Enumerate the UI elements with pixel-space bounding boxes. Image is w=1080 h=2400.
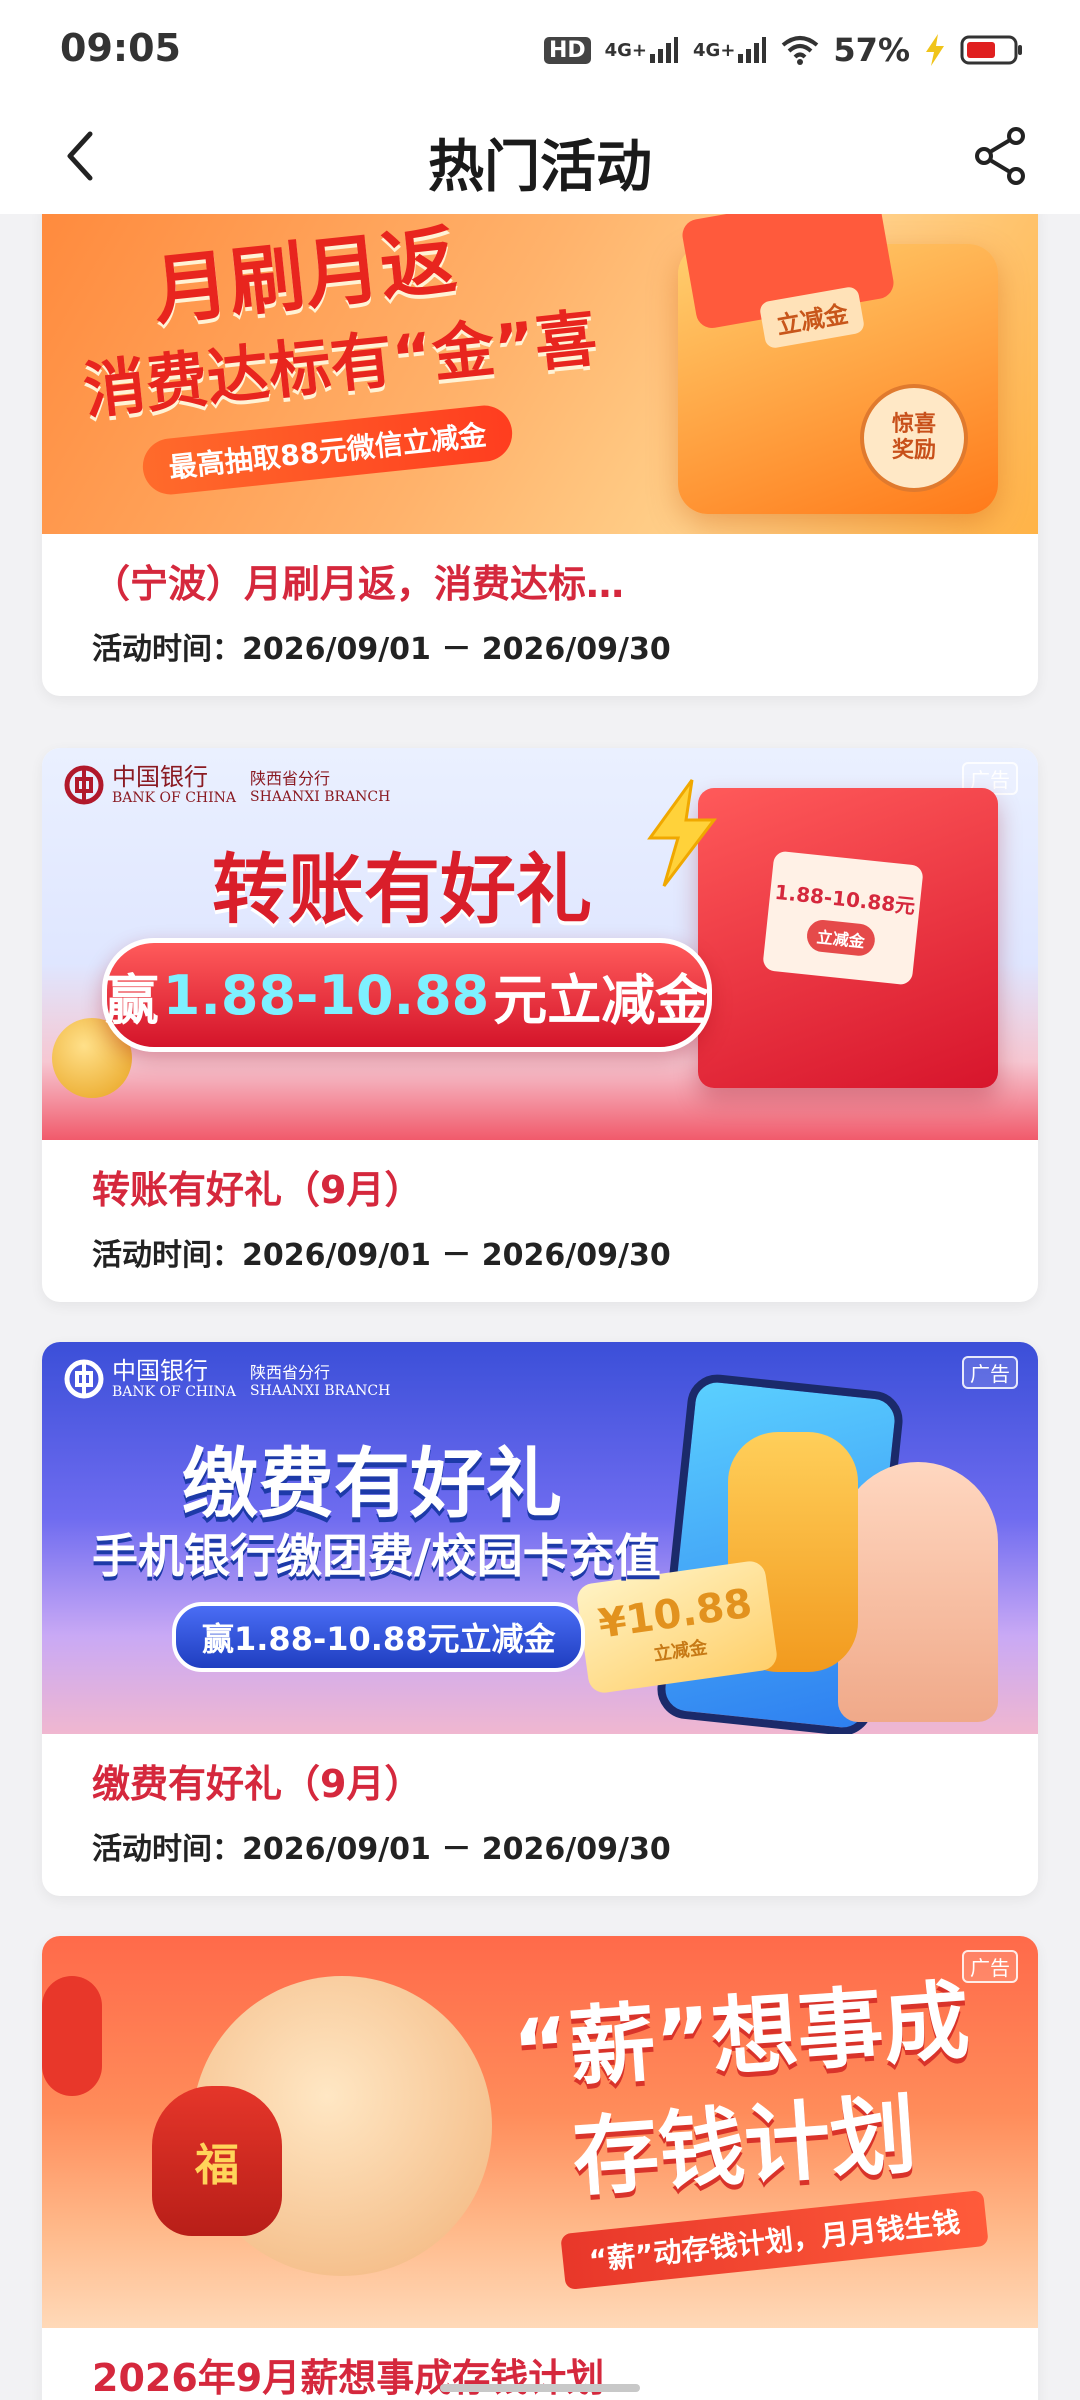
activity-info: （宁波）月刷月返，消费达标… 活动时间：2026/09/01 － 2026/09… [42, 534, 1038, 696]
banner-headline: 缴费有好礼 [182, 1439, 562, 1528]
activity-list[interactable]: 立减金 惊喜奖励 月刷月返 消费达标有“金”喜 最高抽取88元微信立减金 （宁波… [0, 214, 1080, 2400]
activity-info: 缴费有好礼（9月） 活动时间：2026/09/01 － 2026/09/30 [42, 1734, 1038, 1896]
charging-icon [924, 33, 946, 67]
activity-title: （宁波）月刷月返，消费达标… [92, 562, 625, 606]
coupon-card: 1.88-10.88元 立减金 [762, 850, 924, 986]
network-label-2: 4G+ [693, 39, 736, 61]
activity-card[interactable]: 中国银行 BANK OF CHINA 陕西省分行 SHAANXI BRANCH … [42, 748, 1038, 1302]
signal-icon-sim2: 4G+ [693, 36, 767, 64]
activity-banner[interactable]: 中国银行 BANK OF CHINA 陕西省分行 SHAANXI BRANCH … [42, 748, 1038, 1140]
activity-time: 活动时间：2026/09/01 － 2026/09/30 [92, 1832, 671, 1867]
share-icon [975, 127, 1025, 185]
lucky-bag-illustration: 福 [152, 2086, 282, 2236]
ad-tag: 广告 [962, 1950, 1018, 1983]
surprise-reward-badge: 惊喜奖励 [860, 384, 968, 492]
hand-illustration [838, 1462, 998, 1722]
banner-subheadline: 手机银行缴团费/校园卡充值 [92, 1529, 661, 1583]
activity-title: 2026年9月薪想事成存钱计划 [92, 2356, 605, 2400]
battery-icon [960, 34, 1024, 66]
share-button[interactable] [960, 116, 1040, 196]
lightning-icon [642, 778, 722, 893]
bank-logo: 中国银行 BANK OF CHINA 陕西省分行 SHAANXI BRANCH [64, 1358, 390, 1400]
battery-percent: 57% [833, 31, 910, 69]
activity-card[interactable]: 立减金 惊喜奖励 月刷月返 消费达标有“金”喜 最高抽取88元微信立减金 （宁波… [42, 214, 1038, 696]
bank-of-china-logo-icon [64, 1359, 104, 1399]
activity-time: 活动时间：2026/09/01 － 2026/09/30 [92, 1238, 671, 1273]
bank-of-china-logo-icon [64, 765, 104, 805]
signal-icon-sim1: 4G+ [605, 36, 679, 64]
activity-banner[interactable]: 广告 福 “薪”想事成 存钱计划 “薪”动存钱计划，月月钱生钱 [42, 1936, 1038, 2328]
status-icons: HD 4G+ 4G+ 57% [543, 28, 1024, 72]
activity-title: 缴费有好礼（9月） [92, 1762, 423, 1806]
prize-pill: 赢 1.88-10.88 元立减金 [102, 938, 712, 1052]
page-title: 热门活动 [428, 135, 652, 200]
activity-title: 转账有好礼（9月） [92, 1168, 423, 1212]
home-indicator[interactable] [440, 2384, 640, 2392]
lantern-illustration [42, 1976, 102, 2096]
activity-card[interactable]: 广告 福 “薪”想事成 存钱计划 “薪”动存钱计划，月月钱生钱 2026年9月薪… [42, 1936, 1038, 2400]
status-time: 09:05 [60, 26, 181, 70]
activity-info: 转账有好礼（9月） 活动时间：2026/09/01 － 2026/09/30 [42, 1140, 1038, 1302]
banner-headline: 转账有好礼 [212, 845, 592, 934]
activity-time: 活动时间：2026/09/01 － 2026/09/30 [92, 632, 671, 667]
status-bar: 09:05 HD 4G+ 4G+ 57% [0, 0, 1080, 96]
activity-banner[interactable]: 立减金 惊喜奖励 月刷月返 消费达标有“金”喜 最高抽取88元微信立减金 [42, 214, 1038, 534]
banner-pill: 赢1.88-10.88元立减金 [172, 1602, 586, 1672]
hd-icon: HD [543, 36, 591, 64]
activity-card[interactable]: 中国银行 BANK OF CHINA 陕西省分行 SHAANXI BRANCH … [42, 1342, 1038, 1896]
banner-headline-2: 存钱计划 [569, 2085, 920, 2209]
nav-header: 热门活动 [0, 96, 1080, 214]
activity-banner[interactable]: 中国银行 BANK OF CHINA 陕西省分行 SHAANXI BRANCH … [42, 1342, 1038, 1734]
bank-logo: 中国银行 BANK OF CHINA 陕西省分行 SHAANXI BRANCH [64, 764, 390, 806]
ad-tag: 广告 [962, 1356, 1018, 1389]
network-label-1: 4G+ [604, 39, 648, 61]
wifi-icon [781, 35, 819, 65]
